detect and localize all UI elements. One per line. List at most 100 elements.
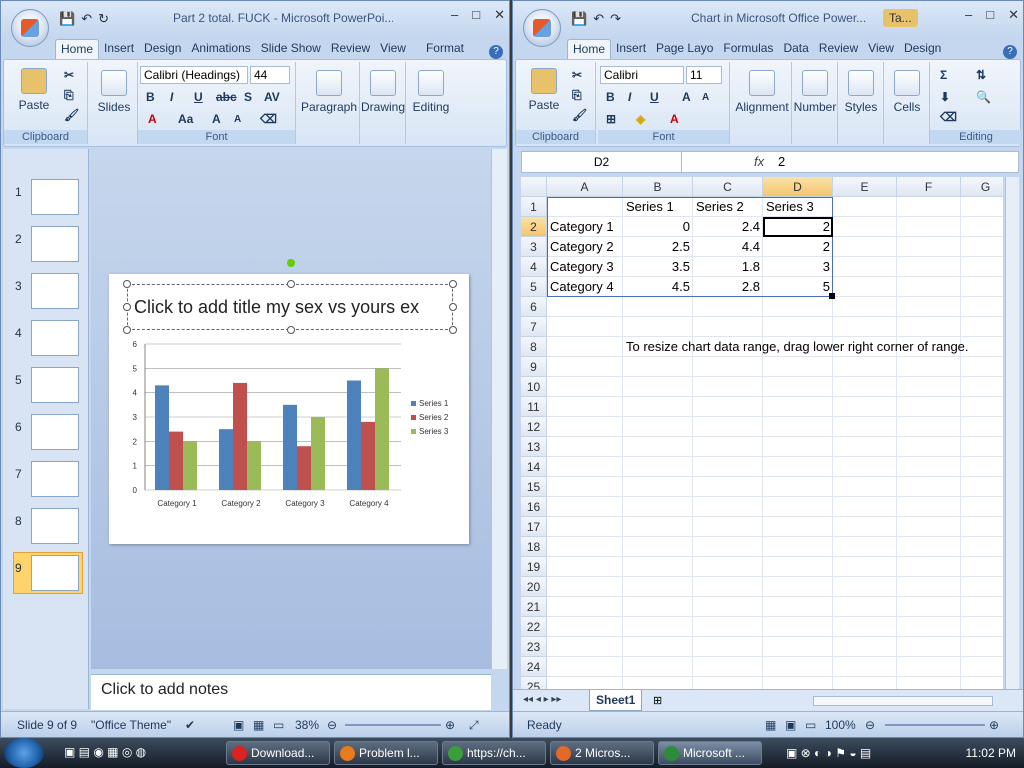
grid-cell[interactable] [897,617,961,637]
column-header[interactable]: C [693,177,763,197]
grid-cell[interactable] [897,657,961,677]
grid-cell[interactable] [833,657,897,677]
chart-tools-tab[interactable]: Ta... [883,9,918,27]
grid-cell[interactable] [833,557,897,577]
zoom-in-icon[interactable]: ⊕ [989,718,999,732]
grid-cell[interactable] [623,597,693,617]
column-label-cell[interactable]: Series 1 [623,197,693,217]
number-button[interactable]: Number [792,70,838,114]
zoom-out-icon[interactable]: ⊖ [865,718,875,732]
row-header[interactable]: 2 [521,217,547,237]
grid-cell[interactable] [961,257,1003,277]
grid-cell[interactable] [547,557,623,577]
value-cell[interactable]: 4.4 [693,237,763,257]
grid-cell[interactable] [833,317,897,337]
grid-cell[interactable] [833,477,897,497]
minimize-icon[interactable]: – [965,7,972,23]
row-header[interactable]: 20 [521,577,547,597]
value-cell[interactable]: 2.8 [693,277,763,297]
tab-data[interactable]: Data [778,39,813,59]
zoom-slider[interactable] [885,724,985,726]
grid-cell[interactable] [763,317,833,337]
grid-cell[interactable] [693,357,763,377]
tab-page-layout[interactable]: Page Layo [651,39,718,59]
help-icon[interactable]: ? [489,45,503,59]
grid-cell[interactable] [547,537,623,557]
tab-home[interactable]: Home [567,39,612,59]
grid-cell[interactable] [961,557,1003,577]
grid-cell[interactable] [623,537,693,557]
grid-cell[interactable] [547,457,623,477]
grid-cell[interactable] [897,417,961,437]
grid-cell[interactable] [547,297,623,317]
slide-thumbnail[interactable] [31,508,79,544]
undo-icon[interactable]: ↶ [593,11,604,27]
zoom-slider[interactable] [345,724,441,726]
grid-cell[interactable] [693,457,763,477]
shrink-font-button[interactable]: A [702,92,709,103]
sheet-horizontal-scrollbar[interactable] [813,696,993,706]
column-header[interactable]: B [623,177,693,197]
grid-cell[interactable] [961,237,1003,257]
resize-handle[interactable] [123,326,131,334]
grid-cell[interactable] [897,477,961,497]
grid-cell[interactable] [897,217,961,237]
slide-thumbnail[interactable] [31,320,79,356]
row-header[interactable]: 21 [521,597,547,617]
grid-cell[interactable] [623,297,693,317]
tab-design[interactable]: Design [899,39,946,59]
undo-icon[interactable]: ↶ [81,11,92,27]
zoom-level[interactable]: 100% [825,718,856,732]
cut-icon[interactable]: ✂ [64,68,74,82]
grid-cell[interactable] [547,577,623,597]
row-header[interactable]: 4 [521,257,547,277]
row-header[interactable]: 1 [521,197,547,217]
resize-handle[interactable] [123,280,131,288]
row-header[interactable]: 23 [521,637,547,657]
cut-icon[interactable]: ✂ [572,68,582,82]
font-name-combo[interactable]: Calibri [600,66,684,84]
column-header[interactable]: E [833,177,897,197]
value-cell[interactable]: 3 [763,257,833,277]
grid-cell[interactable] [763,517,833,537]
grid-cell[interactable] [897,197,961,217]
slide-thumbnail[interactable] [31,555,79,591]
grid-cell[interactable] [833,217,897,237]
grid-cell[interactable] [833,637,897,657]
grid-cell[interactable] [897,257,961,277]
grid-cell[interactable] [623,397,693,417]
close-icon[interactable]: ✕ [494,7,505,23]
slides-button[interactable]: Slides [96,70,132,114]
shadow-button[interactable]: S [244,90,252,104]
grid-cell[interactable] [547,317,623,337]
tab-view[interactable]: View [375,39,411,59]
value-cell[interactable]: 2 [763,217,833,237]
sheet-tab-sheet1[interactable]: Sheet1 [589,690,643,711]
fill-icon[interactable]: ⬇ [940,90,950,104]
shrink-font-button[interactable]: A [234,114,241,125]
tab-view[interactable]: View [863,39,899,59]
grid-cell[interactable] [961,317,1003,337]
grid-cell[interactable] [961,597,1003,617]
format-painter-icon[interactable]: 🖌 [64,108,79,122]
page-layout-icon[interactable]: ▣ [785,718,796,732]
tab-animations[interactable]: Animations [186,39,255,59]
grid-cell[interactable] [693,377,763,397]
select-all-corner[interactable] [521,177,547,197]
grid-cell[interactable] [547,657,623,677]
row-header[interactable]: 8 [521,337,547,357]
grid-cell[interactable] [833,237,897,257]
grid-cell[interactable] [897,377,961,397]
category-cell[interactable]: Category 1 [547,217,623,237]
grid-cell[interactable] [763,537,833,557]
paste-button[interactable]: Paste [524,68,564,112]
quick-launch-icons[interactable]: ▣ ▤ ◉ ▦ ◎ ◍ [64,745,146,759]
grid-cell[interactable] [763,557,833,577]
font-color-button[interactable]: A [670,112,679,126]
grid-cell[interactable] [547,637,623,657]
row-header[interactable]: 5 [521,277,547,297]
name-box[interactable]: D2 [522,152,682,172]
grid-cell[interactable] [693,617,763,637]
grid-cell[interactable] [961,397,1003,417]
grid-cell[interactable] [833,357,897,377]
